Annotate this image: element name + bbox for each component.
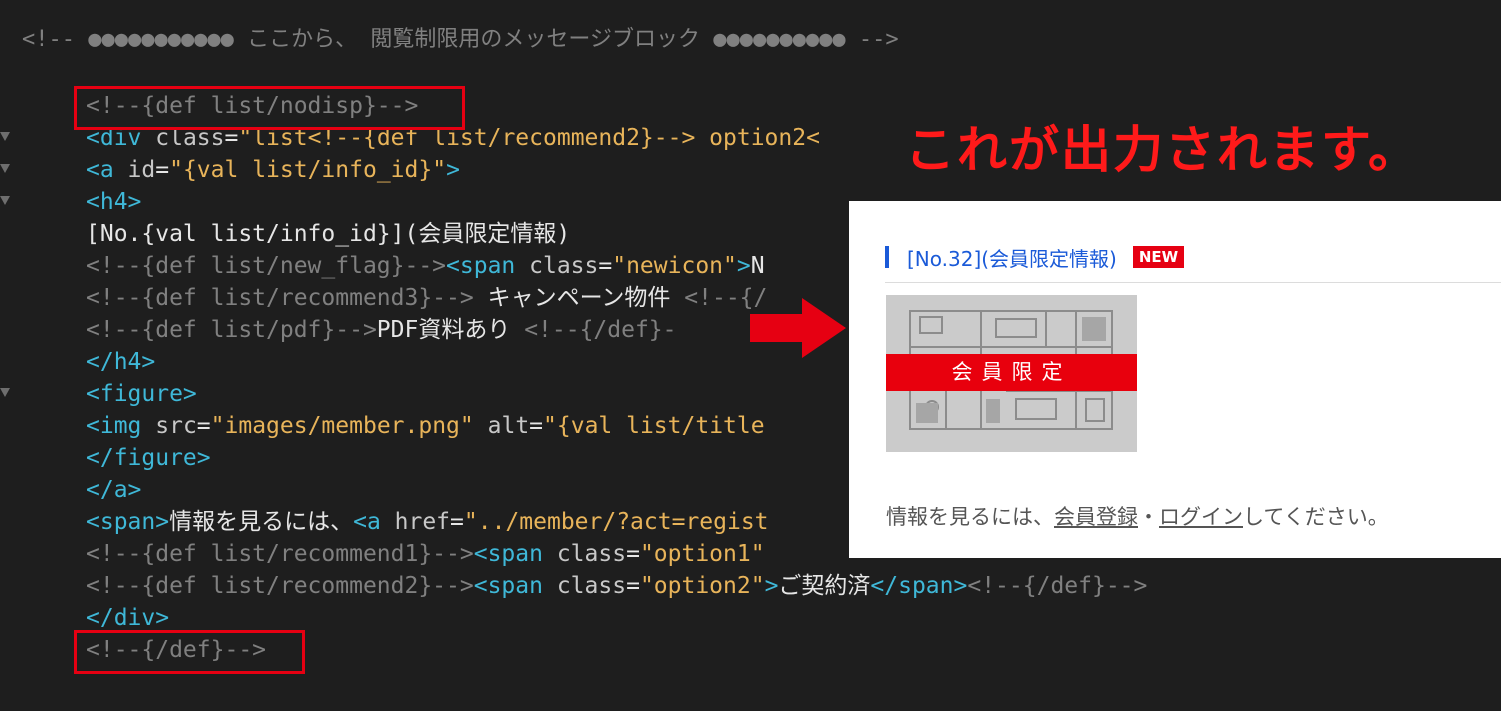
code-token: = — [450, 509, 464, 535]
code-token: </a> — [86, 477, 142, 503]
code-token: <!--{/def}--> — [967, 573, 1148, 599]
code-token: id — [127, 157, 156, 183]
code-token: class — [556, 573, 627, 599]
code-token: <!--{def list/pdf}--> — [86, 317, 377, 343]
fold-arrow-icon[interactable] — [0, 164, 10, 173]
divider — [885, 282, 1501, 283]
preview-panel: [No.32](会員限定情報) NEW 会員限定 情報を見るには、会員登録・ログ… — [849, 201, 1501, 558]
code-text: <!--{def list/pdf}-->PDF資料あり <!--{/def}- — [86, 314, 677, 346]
code-token: <span — [446, 253, 530, 279]
preview-title[interactable]: [No.32](会員限定情報) — [907, 243, 1117, 272]
code-token: <!-- ●●●●●●●●●●● ここから、 閲覧制限用のメッセージブロック ●… — [22, 27, 899, 52]
code-token: = — [155, 157, 170, 183]
code-token: <span — [473, 541, 557, 567]
login-message: 情報を見るには、会員登録・ログインしてください。 — [886, 501, 1389, 531]
code-token: = — [626, 541, 640, 567]
code-text: [No.{val list/info_id}](会員限定情報) — [86, 218, 570, 250]
code-token: N — [750, 253, 765, 279]
code-text: <!--{def list/recommend3}--> キャンペーン物件 <!… — [86, 282, 767, 314]
code-text: <span>情報を見るには、<a href="../member/?act=re… — [86, 506, 769, 538]
code-text: <!--{def list/recommend2}--><span class=… — [86, 570, 1147, 602]
code-token: [No.{val list/info_id}](会員限定情報) — [86, 221, 571, 247]
code-token: <!--{def list/recommend3}--> — [86, 285, 488, 311]
code-token: <img — [86, 413, 156, 439]
code-token: > — [446, 157, 460, 183]
code-text: <figure> — [86, 378, 197, 410]
code-token: = — [196, 413, 211, 439]
code-token: "option1" — [639, 541, 765, 567]
code-token: > — [736, 253, 751, 279]
highlight-box-def-end — [74, 630, 305, 674]
heading-accent-bar — [885, 246, 889, 268]
code-token: alt — [487, 413, 530, 439]
code-token: </h4> — [86, 349, 156, 375]
arrow-right-icon — [750, 298, 846, 358]
login-message-suffix: してください。 — [1243, 505, 1389, 529]
code-text: </figure> — [86, 442, 211, 474]
code-token: <!--{def list/recommend1}--> — [86, 541, 474, 567]
code-token: </div> — [86, 605, 170, 631]
code-token: <a — [86, 157, 128, 183]
new-badge: NEW — [1132, 246, 1185, 268]
code-token: ご契約済 — [778, 573, 871, 599]
code-token: <a — [353, 509, 395, 535]
member-only-band: 会員限定 — [886, 354, 1137, 391]
fold-arrow-icon[interactable] — [0, 388, 10, 397]
fold-arrow-icon[interactable] — [0, 196, 10, 205]
code-token: PDF資料あり — [376, 317, 525, 343]
code-token: <!--{def list/recommend2}--> — [86, 573, 474, 599]
register-link[interactable]: 会員登録 — [1054, 505, 1138, 529]
code-token: <!--{/def}- — [524, 317, 677, 343]
code-token: <span — [473, 573, 557, 599]
code-text: <!-- ●●●●●●●●●●● ここから、 閲覧制限用のメッセージブロック ●… — [22, 24, 899, 56]
code-token: "option2" — [639, 573, 765, 599]
login-message-prefix: 情報を見るには、 — [886, 505, 1054, 529]
code-token: <!--{def list/new_flag}--> — [86, 253, 447, 279]
code-token: "newicon" — [612, 253, 737, 279]
code-token: <figure> — [86, 381, 197, 407]
code-token: 情報を見るには、 — [169, 509, 354, 535]
fold-arrow-icon[interactable] — [0, 132, 10, 141]
code-token: href — [394, 509, 451, 535]
code-token: </figure> — [86, 445, 211, 471]
code-token: class — [556, 541, 627, 567]
code-token: "{val list/title — [543, 413, 765, 439]
output-callout: これが出力されます。 — [905, 121, 1420, 179]
code-token: class — [529, 253, 599, 279]
preview-heading: [No.32](会員限定情報) NEW — [885, 243, 1185, 272]
code-token: src — [155, 413, 197, 439]
code-text: </h4> — [86, 346, 155, 378]
code-text: </a> — [86, 474, 141, 506]
code-token: = — [626, 573, 640, 599]
code-token: キャンペーン物件 — [487, 285, 685, 311]
highlight-box-def-start — [74, 86, 465, 130]
code-token: "images/member.png" — [210, 413, 474, 439]
code-text: <img src="images/member.png" alt="{val l… — [86, 410, 765, 442]
login-link[interactable]: ログイン — [1159, 505, 1243, 529]
code-token: <h4> — [86, 189, 142, 215]
code-text: <!--{def list/new_flag}--><span class="n… — [86, 250, 765, 282]
code-token: </span> — [870, 573, 968, 599]
code-text: <!--{def list/recommend1}--><span class=… — [86, 538, 765, 570]
code-text: <a id="{val list/info_id}"> — [86, 154, 460, 186]
link-separator: ・ — [1138, 505, 1159, 529]
code-token: "../member/?act=regist — [463, 509, 769, 535]
code-token: > — [764, 573, 779, 599]
member-only-thumbnail[interactable]: 会員限定 — [886, 295, 1137, 452]
code-token: = — [598, 253, 613, 279]
code-token: = — [529, 413, 544, 439]
code-token: "{val list/info_id}" — [169, 157, 447, 183]
code-text: <h4> — [86, 186, 141, 218]
code-token: <span> — [86, 509, 170, 535]
